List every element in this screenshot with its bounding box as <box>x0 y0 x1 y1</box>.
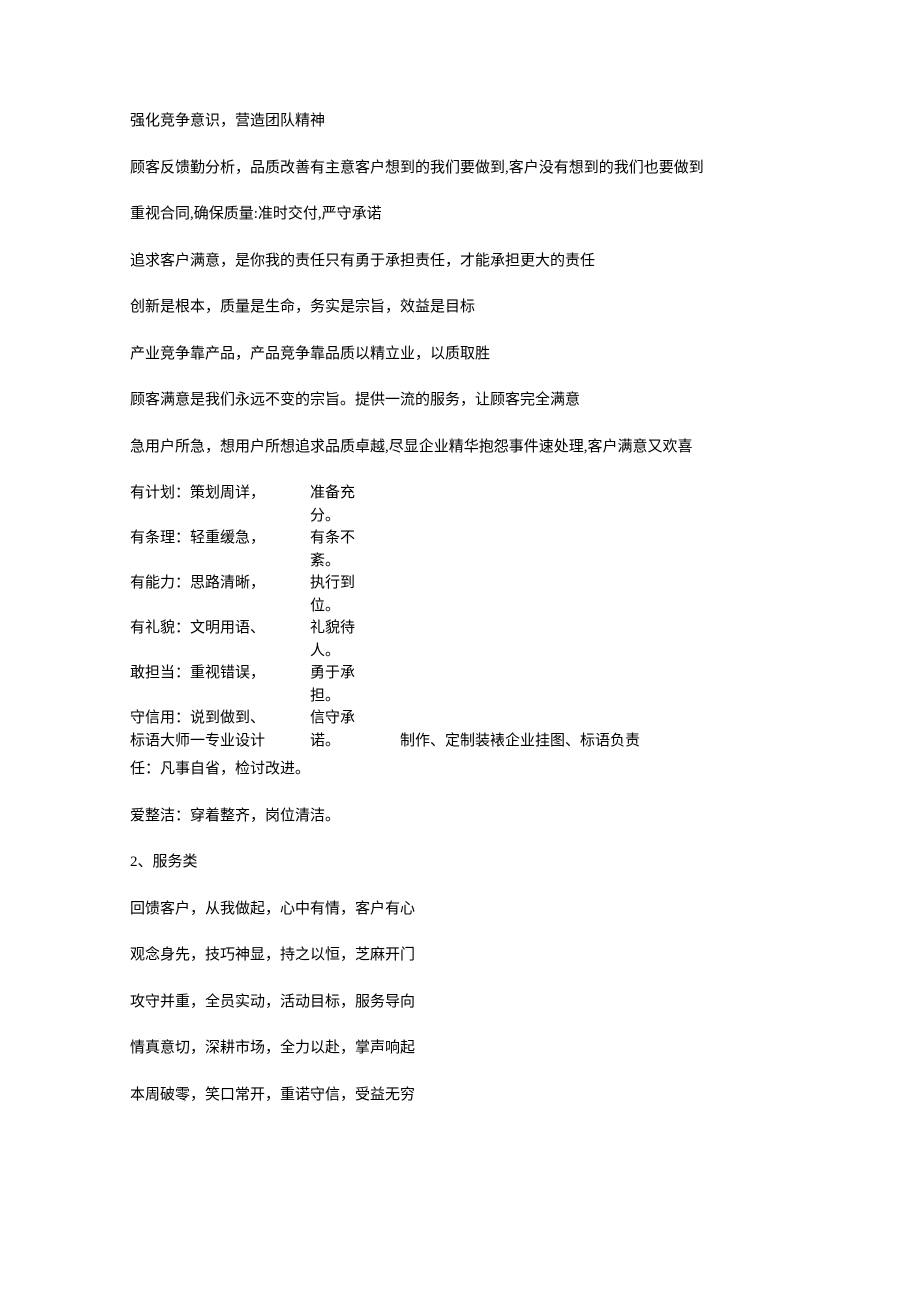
paragraph: 顾客反馈勤分析，品质改善有主意客户想到的我们要做到,客户没有想到的我们也要做到 <box>130 157 790 180</box>
paragraph: 追求客户满意，是你我的责任只有勇于承担责任，才能承担更大的责任 <box>130 250 790 273</box>
grid-cell-a: 标语大师一专业设计 <box>130 730 310 753</box>
grid-cell-b: 诺。 <box>310 730 370 753</box>
grid-cell-a: 有能力：思路清晰， <box>130 572 310 595</box>
paragraph: 重视合同,确保质量:准时交付,严守承诺 <box>130 203 790 226</box>
grid-cell-b: 准备充分。 <box>310 482 370 527</box>
paragraph: 本周破零，笑口常开，重诺守信，受益无穷 <box>130 1084 790 1107</box>
paragraph: 情真意切，深耕市场，全力以赴，掌声响起 <box>130 1037 790 1060</box>
grid-cell-a: 有礼貌：文明用语、 <box>130 617 310 640</box>
paragraph: 顾客满意是我们永远不变的宗旨。提供一流的服务，让顾客完全满意 <box>130 389 790 412</box>
grid-row-last: 标语大师一专业设计 诺。 制作、定制装裱企业挂图、标语负责 <box>130 730 790 753</box>
grid-cell-a: 敢担当：重视错误， <box>130 662 310 685</box>
grid-row: 有计划：策划周详， 准备充分。 <box>130 482 790 527</box>
section-heading: 2、服务类 <box>130 851 790 874</box>
document-page: 强化竞争意识，营造团队精神 顾客反馈勤分析，品质改善有主意客户想到的我们要做到,… <box>0 0 920 1210</box>
grid-cell-b: 礼貌待人。 <box>310 617 370 662</box>
grid-cell-a: 守信用：说到做到、 <box>130 707 310 730</box>
grid-cell-b: 执行到位。 <box>310 572 370 617</box>
paragraph: 强化竞争意识，营造团队精神 <box>130 110 790 133</box>
paragraph: 急用户所急，想用户所想追求品质卓越,尽显企业精华抱怨事件速处理,客户满意又欢喜 <box>130 436 790 459</box>
paragraph: 爱整洁：穿着整齐，岗位清洁。 <box>130 805 790 828</box>
paragraph: 创新是根本，质量是生命，务实是宗旨，效益是目标 <box>130 296 790 319</box>
grid-row: 守信用：说到做到、 信守承 <box>130 707 790 730</box>
grid-row: 敢担当：重视错误， 勇于承担。 <box>130 662 790 707</box>
grid-cell-a: 有计划：策划周详， <box>130 482 310 505</box>
paragraph: 回馈客户，从我做起，心中有情，客户有心 <box>130 898 790 921</box>
grid-cell-b: 勇于承担。 <box>310 662 370 707</box>
paragraph: 攻守并重，全员实动，活动目标，服务导向 <box>130 991 790 1014</box>
grid-tail: 任：凡事自省，检讨改进。 <box>130 758 790 781</box>
grid-row: 有条理：轻重缓急， 有条不紊。 <box>130 527 790 572</box>
principles-grid: 有计划：策划周详， 准备充分。 有条理：轻重缓急， 有条不紊。 有能力：思路清晰… <box>130 482 790 752</box>
grid-row: 有礼貌：文明用语、 礼貌待人。 <box>130 617 790 662</box>
grid-row: 有能力：思路清晰， 执行到位。 <box>130 572 790 617</box>
paragraph: 产业竞争靠产品，产品竞争靠品质以精立业，以质取胜 <box>130 343 790 366</box>
grid-cell-b: 有条不紊。 <box>310 527 370 572</box>
grid-cell-trailing: 制作、定制装裱企业挂图、标语负责 <box>370 730 790 753</box>
grid-cell-b: 信守承 <box>310 707 370 730</box>
paragraph: 观念身先，技巧神显，持之以恒，芝麻开门 <box>130 944 790 967</box>
grid-cell-a: 有条理：轻重缓急， <box>130 527 310 550</box>
